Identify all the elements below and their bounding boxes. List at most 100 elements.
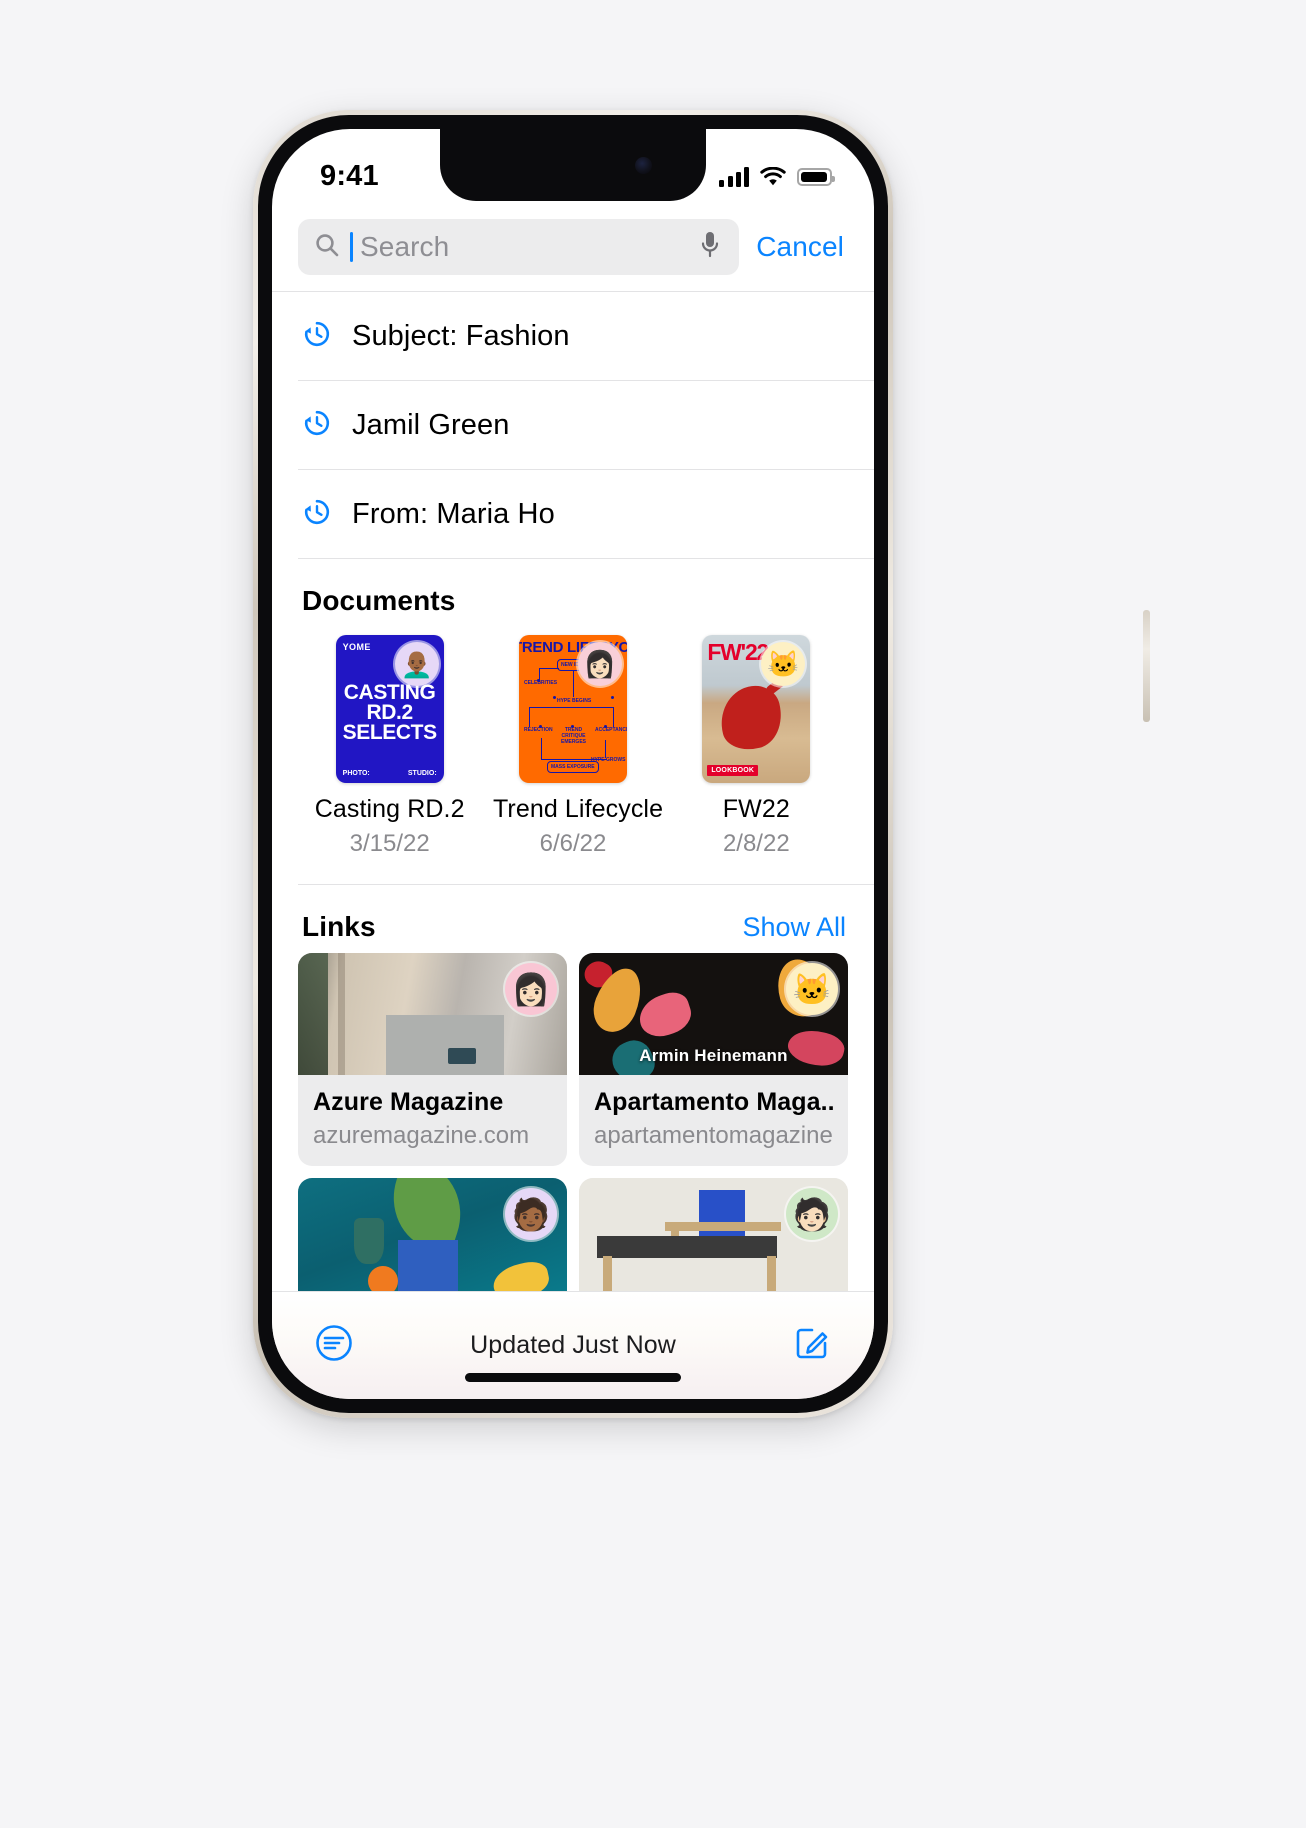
image-caption: Armin Heinemann — [639, 1046, 788, 1065]
document-thumbnail: YOME CASTING RD.2 SELECTS PHOTO: STUDIO: 👨… — [335, 635, 444, 783]
link-url: apartamentomagazine... — [594, 1122, 833, 1149]
links-grid: 👩🏻 Azure Magazine azuremagazine.com Armi… — [272, 949, 874, 1307]
wifi-icon — [760, 167, 786, 187]
diagram-line — [528, 707, 613, 709]
link-preview-image: 🧑🏾 — [298, 1178, 567, 1300]
cover-masthead: FW'22 — [707, 639, 769, 665]
diagram-label: CELEBRITIES — [523, 680, 558, 686]
document-item[interactable]: YOME CASTING RD.2 SELECTS PHOTO: STUDIO: 👨… — [310, 635, 470, 858]
diagram-label: REJECTION — [523, 727, 553, 733]
avatar: 👨🏾‍🦲 — [394, 642, 439, 686]
diagram-dot — [552, 696, 556, 699]
diagram-dot — [536, 679, 540, 682]
cover-art — [713, 680, 789, 756]
avatar-glyph: 🧑🏻 — [792, 1196, 832, 1232]
diagram-label: HYPE BEGINS — [556, 698, 592, 704]
diagram-line — [572, 671, 575, 697]
cover-brand: YOME — [342, 642, 371, 652]
link-card[interactable]: 🧑🏾 Piecework Puzzles — [298, 1178, 567, 1307]
diagram-line — [540, 759, 607, 761]
cover-tag: LOOKBOOK — [707, 765, 759, 776]
screenshot-stage: 9:41 Search Cancel Subject: Fashion Jami… — [0, 0, 1306, 1828]
diagram-line — [540, 738, 543, 760]
diagram-dot — [610, 696, 614, 699]
update-status-text: Updated Just Now — [470, 1331, 676, 1359]
cover-foot-left: PHOTO: — [342, 770, 370, 777]
avatar-glyph: 👩🏻 — [511, 971, 551, 1007]
diagram-label: TREND CRITIQUE EMERGES — [560, 727, 586, 745]
documents-title: Documents — [302, 585, 456, 616]
power-button[interactable] — [1143, 610, 1150, 722]
link-card[interactable]: 👩🏻 Azure Magazine azuremagazine.com — [298, 953, 567, 1166]
avatar: 🧑🏾 — [505, 1188, 557, 1240]
text-cursor — [350, 232, 353, 262]
suggestion-row-1[interactable]: Jamil Green — [272, 381, 874, 469]
show-all-button[interactable]: Show All — [742, 912, 846, 943]
document-title: Casting RD.2 — [314, 795, 465, 823]
search-bar: Search Cancel — [272, 213, 874, 291]
avatar-glyph: 🐱 — [767, 649, 800, 679]
link-card-body: Azure Magazine azuremagazine.com — [298, 1075, 567, 1166]
status-clock: 9:41 — [320, 159, 379, 192]
documents-list: YOME CASTING RD.2 SELECTS PHOTO: STUDIO: 👨… — [272, 623, 874, 858]
diagram-dot — [603, 725, 607, 728]
battery-icon — [797, 168, 835, 186]
links-title: Links — [302, 911, 376, 942]
microphone-icon[interactable] — [699, 230, 721, 265]
recent-history-icon — [302, 319, 332, 354]
cancel-button[interactable]: Cancel — [756, 231, 850, 263]
document-thumbnail: FW'22 LOOKBOOK 🐱 — [702, 635, 811, 783]
avatar-glyph: 🐱 — [792, 971, 832, 1007]
suggestion-label: From: Maria Ho — [352, 497, 555, 530]
compose-icon[interactable] — [792, 1323, 832, 1368]
link-card[interactable]: 🧑🏻 MacGuffin | The Lif... — [579, 1178, 848, 1307]
bottom-toolbar: Updated Just Now — [272, 1291, 874, 1399]
search-results-scroll[interactable]: Subject: Fashion Jamil Green From: Maria… — [272, 291, 874, 1307]
documents-section-header: Documents — [272, 559, 874, 623]
link-card-body: Apartamento Maga... apartamentomagazine.… — [579, 1075, 848, 1166]
phone-bezel: 9:41 Search Cancel Subject: Fashion Jami… — [258, 115, 888, 1413]
cover-footer: PHOTO: STUDIO: — [343, 770, 437, 777]
avatar: 🐱 — [761, 642, 806, 686]
document-date: 2/8/22 — [722, 830, 790, 857]
phone-screen: 9:41 Search Cancel Subject: Fashion Jami… — [272, 129, 874, 1399]
document-item[interactable]: FW'22 LOOKBOOK 🐱 FW22 2/8/22 — [676, 635, 836, 858]
diagram-label: ACCEPTANCE — [594, 727, 627, 733]
link-preview-image: 🧑🏻 — [579, 1178, 848, 1300]
avatar: 🐱 — [786, 963, 838, 1015]
cellular-bars-icon — [719, 167, 749, 187]
suggestion-row-0[interactable]: Subject: Fashion — [272, 292, 874, 380]
filter-lines-icon[interactable] — [314, 1323, 354, 1368]
cover-headline: CASTING RD.2 SELECTS — [342, 681, 437, 744]
document-item[interactable]: TREND LIFECYCLE NEW IDEA CELEBRITIES HYP… — [492, 635, 664, 858]
recent-history-icon — [302, 497, 332, 532]
suggestion-label: Subject: Fashion — [352, 319, 570, 352]
cover-foot-right: STUDIO: — [407, 770, 437, 777]
link-preview-image: Armin Heinemann 🐱 — [579, 953, 848, 1075]
link-card[interactable]: Armin Heinemann 🐱 Apartamento Maga... ap… — [579, 953, 848, 1166]
suggestion-row-2[interactable]: From: Maria Ho — [272, 470, 874, 558]
link-preview-image: 👩🏻 — [298, 953, 567, 1075]
link-url: azuremagazine.com — [313, 1122, 530, 1149]
avatar: 👩🏻 — [577, 642, 622, 686]
diagram-node: MASS EXPOSURE — [546, 761, 599, 773]
search-placeholder: Search — [360, 231, 450, 262]
link-title: Apartamento Maga... — [594, 1088, 833, 1116]
diagram-dot — [570, 725, 574, 728]
avatar-glyph: 👨🏾‍🦲 — [400, 649, 433, 679]
diagram-line — [528, 707, 531, 727]
status-bar: 9:41 — [272, 129, 874, 213]
status-indicators — [719, 167, 835, 187]
avatar: 👩🏻 — [505, 963, 557, 1015]
diagram-line — [612, 707, 615, 727]
home-indicator[interactable] — [465, 1373, 681, 1382]
search-input[interactable]: Search — [298, 219, 740, 275]
link-title: Azure Magazine — [313, 1088, 504, 1116]
suggestion-label: Jamil Green — [352, 408, 510, 441]
document-thumbnail: TREND LIFECYCLE NEW IDEA CELEBRITIES HYP… — [518, 635, 627, 783]
search-icon — [314, 232, 340, 263]
document-date: 6/6/22 — [539, 830, 607, 857]
document-title: Trend Lifecycle — [492, 795, 664, 823]
document-date: 3/15/22 — [349, 830, 430, 857]
avatar-glyph: 🧑🏾 — [511, 1196, 551, 1232]
